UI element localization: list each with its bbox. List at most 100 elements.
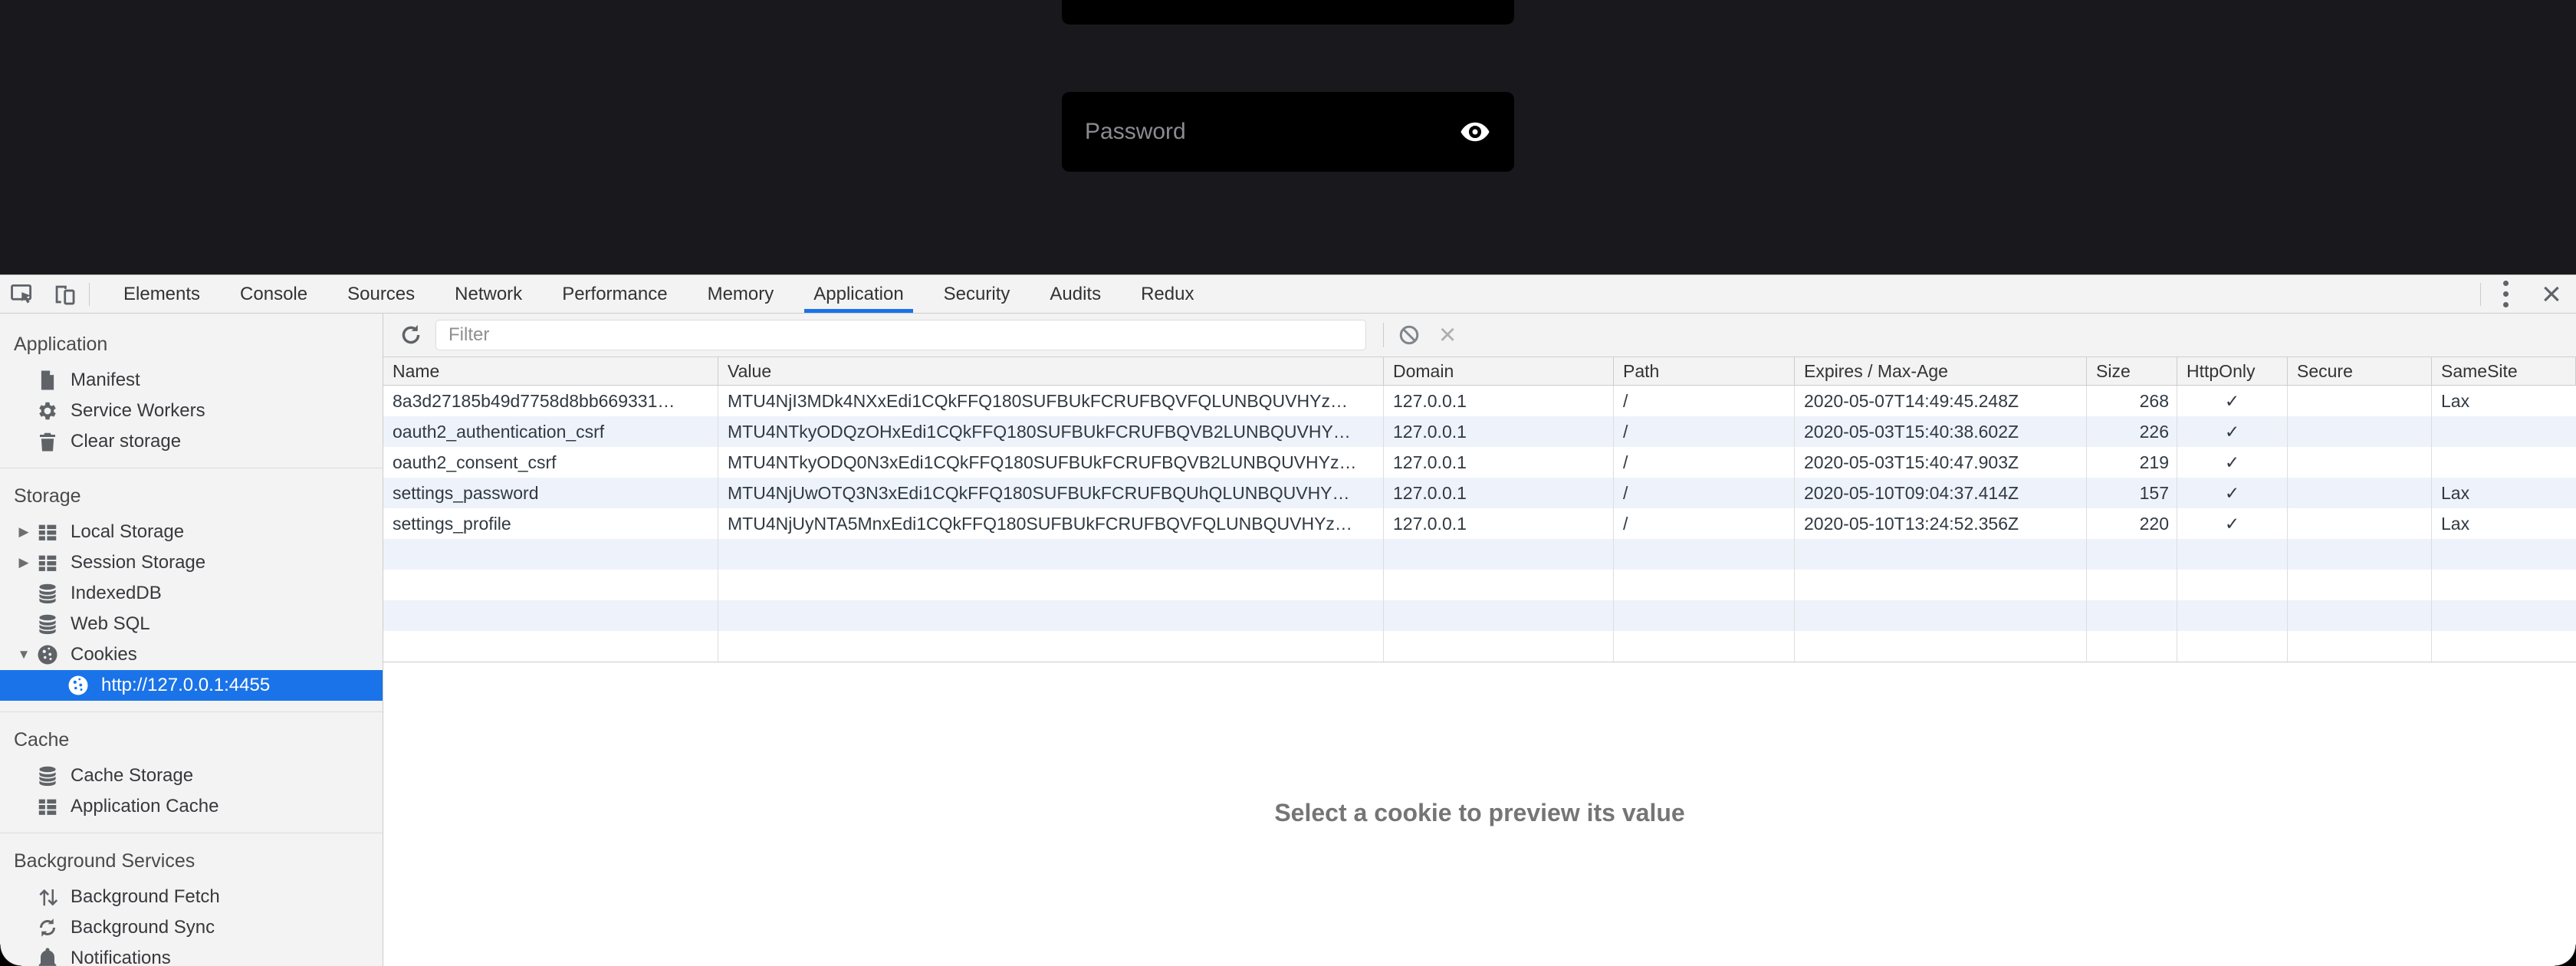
cell-name xyxy=(383,570,718,600)
tab-console[interactable]: Console xyxy=(220,275,327,313)
cell-name: settings_password xyxy=(383,478,718,508)
column-header-expires-max-age[interactable]: Expires / Max-Age xyxy=(1795,357,2087,385)
up-down-arrows-icon xyxy=(35,886,60,909)
table-row-settings-password[interactable]: settings_passwordMTU4NjUwOTQ3N3xEdi1CQkF… xyxy=(383,478,2576,508)
column-header-value[interactable]: Value xyxy=(718,357,1384,385)
cell-name: oauth2_authentication_csrf xyxy=(383,416,718,447)
cell-path xyxy=(1614,600,1795,631)
sidebar-item-local-storage[interactable]: ▶Local Storage xyxy=(0,517,383,547)
tab-security[interactable]: Security xyxy=(924,275,1030,313)
refresh-icon[interactable] xyxy=(399,323,423,347)
sidebar-section-title: Storage xyxy=(0,479,383,517)
column-header-domain[interactable]: Domain xyxy=(1384,357,1614,385)
filter-input[interactable] xyxy=(435,320,1366,350)
cell-value xyxy=(718,539,1384,570)
sidebar-item-session-storage[interactable]: ▶Session Storage xyxy=(0,547,383,578)
table-row-settings-profile[interactable]: settings_profileMTU4NjUyNTA5MnxEdi1CQkFF… xyxy=(383,508,2576,539)
cell-domain xyxy=(1384,570,1614,600)
cell-size xyxy=(2087,539,2177,570)
tab-elements[interactable]: Elements xyxy=(104,275,220,313)
cell-domain: 127.0.0.1 xyxy=(1384,386,1614,416)
cell-http_only: ✓ xyxy=(2177,447,2288,478)
sidebar-item-application-cache[interactable]: Application Cache xyxy=(0,791,383,822)
tabbar-right-controls: × xyxy=(2477,275,2576,313)
cell-name: 8a3d27185b49d7758d8bb669331… xyxy=(383,386,718,416)
tab-sources[interactable]: Sources xyxy=(327,275,435,313)
cell-same_site xyxy=(2432,600,2576,631)
column-header-secure[interactable]: Secure xyxy=(2288,357,2432,385)
sidebar-item-web-sql[interactable]: Web SQL xyxy=(0,609,383,639)
toolbar-divider xyxy=(89,283,90,306)
clear-icon[interactable]: × xyxy=(1433,320,1462,350)
tab-audits[interactable]: Audits xyxy=(1030,275,1121,313)
cell-secure xyxy=(2288,416,2432,447)
eye-icon[interactable] xyxy=(1459,116,1491,148)
sidebar-section-title: Cache xyxy=(0,723,383,761)
tab-application[interactable]: Application xyxy=(794,275,923,313)
sidebar-item-service-workers[interactable]: Service Workers xyxy=(0,396,383,426)
table-row-8a3d27185b49d7758d8bb669331[interactable]: 8a3d27185b49d7758d8bb669331…MTU4NjI3MDk4… xyxy=(383,386,2576,416)
sidebar-section-title: Application xyxy=(0,327,383,365)
sidebar-item-notifications[interactable]: Notifications xyxy=(0,943,383,966)
column-header-path[interactable]: Path xyxy=(1614,357,1795,385)
cell-path: / xyxy=(1614,478,1795,508)
cell-size: 268 xyxy=(2087,386,2177,416)
cell-path xyxy=(1614,631,1795,662)
cell-http_only: ✓ xyxy=(2177,508,2288,539)
cell-size xyxy=(2087,600,2177,631)
cell-domain xyxy=(1384,600,1614,631)
sync-icon xyxy=(35,916,60,939)
column-header-size[interactable]: Size xyxy=(2087,357,2177,385)
inspect-element-icon[interactable] xyxy=(0,276,43,313)
sidebar-item-cookies[interactable]: ▼Cookies xyxy=(0,639,383,670)
table-row-oauth2-authentication-csrf[interactable]: oauth2_authentication_csrfMTU4NTkyODQzOH… xyxy=(383,416,2576,447)
column-header-httponly[interactable]: HttpOnly xyxy=(2177,357,2288,385)
column-header-name[interactable]: Name xyxy=(383,357,718,385)
tab-redux[interactable]: Redux xyxy=(1121,275,1214,313)
password-field[interactable]: Password xyxy=(1062,92,1514,172)
sidebar-section-cache: CacheCache StorageApplication Cache xyxy=(0,711,383,833)
cell-http_only xyxy=(2177,600,2288,631)
cell-http_only: ✓ xyxy=(2177,478,2288,508)
cell-size: 219 xyxy=(2087,447,2177,478)
sidebar-item-clear-storage[interactable]: Clear storage xyxy=(0,426,383,457)
cell-size: 226 xyxy=(2087,416,2177,447)
more-options-icon[interactable] xyxy=(2484,275,2527,313)
cookies-toolbar: × xyxy=(383,314,2576,357)
chevron-down-icon[interactable]: ▼ xyxy=(12,647,35,662)
cell-expires: 2020-05-10T09:04:37.414Z xyxy=(1795,478,2087,508)
column-header-samesite[interactable]: SameSite xyxy=(2432,357,2576,385)
sidebar-item-manifest[interactable]: Manifest xyxy=(0,365,383,396)
database-icon xyxy=(35,582,60,605)
toolbar-divider xyxy=(1383,323,1384,347)
cell-domain xyxy=(1384,539,1614,570)
cookie-preview-pane: Select a cookie to preview its value xyxy=(383,662,2576,966)
show-blocked-cookies-icon[interactable] xyxy=(1398,324,1421,347)
tab-performance[interactable]: Performance xyxy=(542,275,687,313)
database-icon xyxy=(35,764,60,787)
sidebar-item-background-fetch[interactable]: Background Fetch xyxy=(0,882,383,912)
devtools-panel: ElementsConsoleSourcesNetworkPerformance… xyxy=(0,274,2576,966)
username-field[interactable] xyxy=(1062,0,1514,25)
table-row-empty xyxy=(383,539,2576,570)
chevron-right-icon[interactable]: ▶ xyxy=(12,555,35,570)
cell-secure xyxy=(2288,631,2432,662)
application-sidebar: ApplicationManifestService WorkersClear … xyxy=(0,314,383,966)
cell-domain: 127.0.0.1 xyxy=(1384,416,1614,447)
sidebar-item-cache-storage[interactable]: Cache Storage xyxy=(0,761,383,791)
toolbar-divider xyxy=(2480,283,2481,306)
tab-network[interactable]: Network xyxy=(435,275,542,313)
cell-same_site: Lax xyxy=(2432,386,2576,416)
cell-value: MTU4NjUwOTQ3N3xEdi1CQkFFQ180SUFBUkFCRUFB… xyxy=(718,478,1384,508)
sidebar-item-indexeddb[interactable]: IndexedDB xyxy=(0,578,383,609)
cell-path: / xyxy=(1614,416,1795,447)
sidebar-item-background-sync[interactable]: Background Sync xyxy=(0,912,383,943)
tab-memory[interactable]: Memory xyxy=(688,275,794,313)
sidebar-item-http-127-0-0-1-4455[interactable]: http://127.0.0.1:4455 xyxy=(0,670,383,701)
table-row-oauth2-consent-csrf[interactable]: oauth2_consent_csrfMTU4NTkyODQ0N3xEdi1CQ… xyxy=(383,447,2576,478)
device-toolbar-icon[interactable] xyxy=(43,276,86,313)
close-icon[interactable]: × xyxy=(2527,275,2576,313)
window-corner xyxy=(2555,945,2576,966)
cell-size: 220 xyxy=(2087,508,2177,539)
chevron-right-icon[interactable]: ▶ xyxy=(12,524,35,540)
